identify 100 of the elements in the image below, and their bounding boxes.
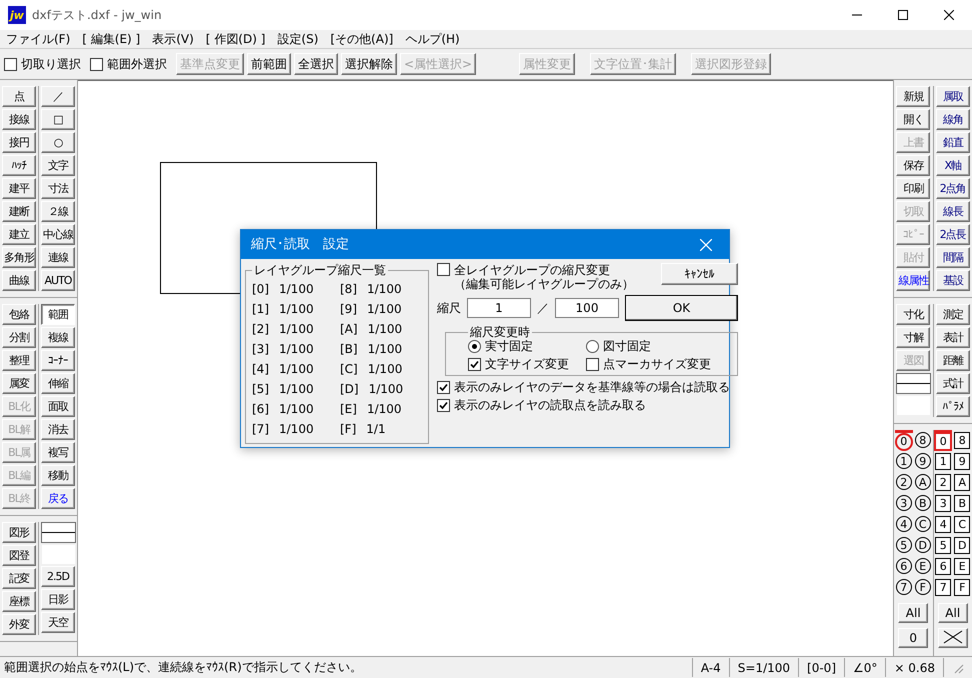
layer-button[interactable]: 6 (894, 556, 913, 576)
tool-button[interactable]: 戻る (41, 488, 75, 509)
layer-button[interactable]: B (914, 493, 932, 513)
tool-button[interactable]: 測定 (936, 304, 970, 325)
layer-button[interactable]: 2 (894, 472, 913, 492)
tool-button[interactable]: 寸化 (896, 304, 930, 325)
checkbox[interactable] (437, 263, 450, 276)
tool-button[interactable]: 連線 (41, 247, 75, 268)
layer-group-button[interactable]: 5 (934, 535, 952, 555)
numerator-field[interactable]: 1 (467, 298, 531, 318)
layer-group-button[interactable]: 8 (953, 430, 972, 450)
cross-button[interactable] (938, 628, 968, 648)
tool-button[interactable]: 鉛直 (936, 132, 970, 153)
radio-label[interactable]: 実寸固定 (485, 339, 533, 353)
resize-grip-icon[interactable] (952, 662, 964, 674)
tool-button[interactable]: 図形 (2, 522, 36, 543)
toolbar-button[interactable]: 選択解除 (341, 53, 397, 75)
tool-button[interactable]: 多角形 (2, 247, 36, 268)
tool-button[interactable]: 伸縮 (41, 373, 75, 394)
tool-button[interactable]: 保存 (896, 155, 930, 176)
menu-item[interactable]: [ 編集(E) ] (82, 30, 140, 48)
tool-button[interactable]: ／ (41, 86, 75, 107)
layer-group-button[interactable]: D (953, 535, 972, 555)
checkbox-label[interactable]: 切取り選択 (21, 56, 81, 72)
layer-button[interactable]: F (914, 577, 932, 597)
layer-button[interactable]: 8 (914, 430, 932, 450)
tool-button[interactable]: 外変 (2, 614, 36, 635)
tool-button[interactable]: 寸解 (896, 327, 930, 348)
tool-button[interactable]: 新規 (896, 86, 930, 107)
layer-group-button[interactable]: E (953, 556, 972, 576)
checkbox-label[interactable]: 点マーカサイズ変更 (603, 357, 711, 371)
checkbox[interactable] (468, 358, 481, 370)
cancel-button[interactable]: ｷｬﾝｾﾙ (661, 263, 738, 285)
tool-button[interactable]: 移動 (41, 465, 75, 486)
tool-button[interactable]: 座標 (2, 591, 36, 612)
layer-group-button[interactable]: 2 (934, 472, 952, 492)
radio-button[interactable] (468, 340, 481, 352)
tool-button[interactable]: 面取 (41, 396, 75, 417)
menu-item[interactable]: [その他(A)] (330, 30, 394, 48)
tool-button[interactable]: 文字 (41, 155, 75, 176)
layer-button[interactable]: A (914, 472, 932, 492)
layer-group-button[interactable]: B (953, 493, 972, 513)
tool-button[interactable]: 式計 (936, 373, 970, 394)
tool-button[interactable]: 天空 (41, 612, 75, 633)
tool-button[interactable]: □ (41, 109, 75, 130)
layer-group-button[interactable]: 0 (934, 430, 952, 450)
layer-button[interactable]: D (914, 535, 932, 555)
checkbox-label[interactable]: 表示のみレイヤの読取点を読み取る (454, 398, 646, 412)
tool-button[interactable]: 建立 (2, 224, 36, 245)
tool-button[interactable]: 2点角 (936, 178, 970, 199)
ok-button[interactable]: OK (625, 295, 738, 321)
layer-button[interactable]: 0 (898, 628, 928, 648)
tool-button[interactable]: 印刷 (896, 178, 930, 199)
tool-button[interactable]: ｺｰﾅｰ (41, 350, 75, 371)
tool-button[interactable]: 2.5D (41, 566, 75, 587)
tool-button[interactable]: 点 (2, 86, 36, 107)
tool-button[interactable]: AUTO (41, 270, 75, 291)
line-style-swatch[interactable] (40, 522, 76, 543)
menu-item[interactable]: 設定(S) (277, 30, 318, 48)
toolbar-button[interactable]: 前範囲 (247, 53, 291, 75)
tool-button[interactable]: ﾊｯﾁ (2, 155, 36, 176)
tool-button[interactable]: ﾊﾟﾗﾒ (936, 396, 970, 417)
checkbox-label[interactable]: 表示のみレイヤのデータを基準線等の場合は読取る (454, 380, 730, 394)
tool-button[interactable]: 開く (896, 109, 930, 130)
drawing-canvas[interactable] (78, 80, 893, 656)
tool-button[interactable]: 図登 (2, 545, 36, 566)
radio-button[interactable] (586, 340, 599, 352)
tool-button[interactable]: 範囲 (41, 304, 75, 325)
layer-button[interactable]: 9 (914, 451, 932, 471)
checkbox-label[interactable]: 全レイヤグループの縮尺変更 (454, 263, 634, 277)
checkbox-label[interactable]: 範囲外選択 (107, 56, 167, 72)
layer-group-button[interactable]: F (953, 577, 972, 597)
tool-button[interactable]: 曲線 (2, 270, 36, 291)
layer-button[interactable]: 3 (894, 493, 913, 513)
layer-button[interactable]: C (914, 514, 932, 534)
tool-button[interactable]: 属変 (2, 373, 36, 394)
checkbox[interactable] (4, 58, 17, 70)
tool-button[interactable]: 複写 (41, 442, 75, 463)
denominator-field[interactable]: 100 (555, 298, 619, 318)
menu-item[interactable]: 表示(V) (152, 30, 194, 48)
close-icon[interactable] (944, 10, 954, 20)
checkbox-label[interactable]: 文字サイズ変更 (485, 357, 569, 371)
layer-group-button[interactable]: 3 (934, 493, 952, 513)
layer-group-button[interactable]: All (938, 603, 968, 623)
menu-item[interactable]: ヘルプ(H) (405, 30, 460, 48)
layer-group-button[interactable]: 7 (934, 577, 952, 597)
menu-item[interactable]: [ 作図(D) ] (206, 30, 266, 48)
checkbox[interactable] (437, 380, 450, 394)
menu-item[interactable]: ファイル(F) (6, 30, 70, 48)
layer-button[interactable]: All (898, 603, 928, 623)
tool-button[interactable]: ○ (41, 132, 75, 153)
checkbox[interactable] (586, 358, 599, 370)
tool-button[interactable]: 表計 (936, 327, 970, 348)
layer-button[interactable]: E (914, 556, 932, 576)
layer-button[interactable]: 7 (894, 577, 913, 597)
line-style-swatch[interactable] (896, 373, 931, 394)
tool-button[interactable]: 接円 (2, 132, 36, 153)
tool-button[interactable]: X軸 (936, 155, 970, 176)
tool-button[interactable]: ２線 (41, 201, 75, 222)
tool-button[interactable]: 2点長 (936, 224, 970, 245)
